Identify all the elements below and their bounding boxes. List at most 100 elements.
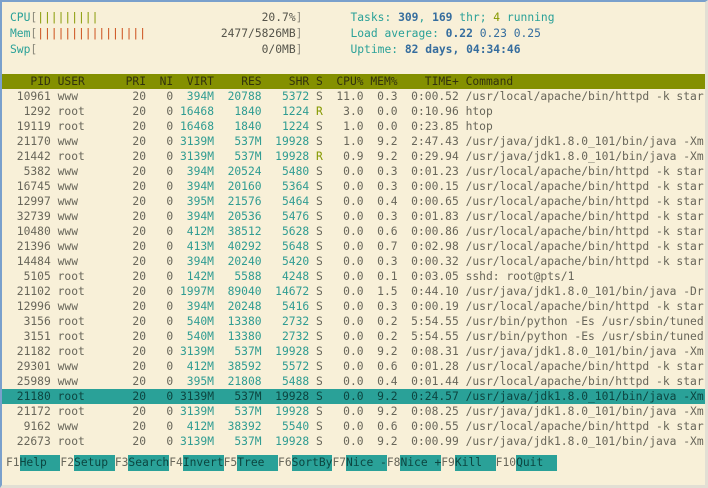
- column-header-cpu[interactable]: CPU%: [323, 74, 364, 89]
- cell-mem: 9.2: [364, 149, 398, 164]
- fkey-sortby[interactable]: F6SortBy: [278, 455, 332, 471]
- column-header-mem[interactable]: MEM%: [364, 74, 398, 89]
- cell-cpu: 0.0: [323, 284, 364, 299]
- function-key-bar: F1HelpF2SetupF3SearchF4InvertF5TreeF6Sor…: [2, 455, 705, 471]
- cell-shr: 5464: [262, 194, 310, 209]
- header-meters-area: CPU[|||||||||20.7%] Mem[||||||||||||||||…: [2, 10, 705, 58]
- fkey-quit[interactable]: F10Quit: [496, 455, 557, 471]
- column-header-pri[interactable]: PRI: [119, 74, 146, 89]
- table-row[interactable]: 1292root2001646818401224R3.00.00:10.96ht…: [2, 104, 705, 119]
- cell-shr: 2732: [262, 314, 310, 329]
- cell-mem: 0.2: [364, 329, 398, 344]
- cell-user: www: [51, 374, 119, 389]
- cell-s: S: [309, 299, 323, 314]
- cell-virt: 394M: [173, 164, 214, 179]
- cell-user: www: [51, 209, 119, 224]
- table-row[interactable]: 5105root200142M55884248S0.00.10:03.05ssh…: [2, 269, 705, 284]
- table-row[interactable]: 9162www200412M383925540S0.00.60:00.55/us…: [2, 419, 705, 434]
- table-row[interactable]: 10480www200412M385125628S0.00.60:00.86/u…: [2, 224, 705, 239]
- table-row[interactable]: 21442root2003139M537M19928R0.99.20:29.94…: [2, 149, 705, 164]
- column-header-ni[interactable]: NI: [146, 74, 173, 89]
- cell-ni: 0: [146, 389, 173, 404]
- fkey-nice[interactable]: F8Nice +: [387, 455, 441, 471]
- table-row[interactable]: 10961www200394M207885372S11.00.30:00.52/…: [2, 89, 705, 104]
- cell-cpu: 0.0: [323, 404, 364, 419]
- cell-pid: 29301: [10, 359, 51, 374]
- cell-res: 20536: [214, 209, 262, 224]
- table-row[interactable]: 25989www200395M218085488S0.00.40:01.44/u…: [2, 374, 705, 389]
- left-bracket: [: [30, 42, 37, 58]
- table-row[interactable]: 21172root2003139M537M19928S0.09.20:08.25…: [2, 404, 705, 419]
- cell-cmd: /usr/local/apache/bin/httpd -k star: [459, 89, 705, 104]
- cell-pid: 21172: [10, 404, 51, 419]
- column-header-res[interactable]: RES: [214, 74, 262, 89]
- cell-shr: 5488: [262, 374, 310, 389]
- table-row[interactable]: 14484www200394M202405420S0.00.30:00.32/u…: [2, 254, 705, 269]
- column-header-state[interactable]: S: [309, 74, 323, 89]
- cell-pid: 3156: [10, 314, 51, 329]
- column-header-time[interactable]: TIME+: [398, 74, 459, 89]
- cell-ni: 0: [146, 209, 173, 224]
- tasks-separator: ,: [418, 11, 432, 24]
- fkey-kill[interactable]: F9Kill: [441, 455, 495, 471]
- table-row[interactable]: 12996www200394M202485416S0.00.30:00.19/u…: [2, 299, 705, 314]
- cell-s: S: [309, 284, 323, 299]
- cell-cpu: 0.0: [323, 419, 364, 434]
- table-row[interactable]: 21170www2003139M537M19928S1.09.22:47.43/…: [2, 134, 705, 149]
- cell-time: 0:08.31: [398, 344, 459, 359]
- cell-mem: 9.2: [364, 434, 398, 449]
- cell-shr: 5540: [262, 419, 310, 434]
- column-header-shr[interactable]: SHR: [262, 74, 310, 89]
- cell-cmd: /usr/local/apache/bin/httpd -k star: [459, 254, 705, 269]
- table-row[interactable]: 5382www200394M205245480S0.00.30:01.23/us…: [2, 164, 705, 179]
- uptime-value: 82 days, 04:34:46: [405, 43, 521, 56]
- table-row[interactable]: 32739www200394M205365476S0.00.30:01.83/u…: [2, 209, 705, 224]
- fkey-invert[interactable]: F4Invert: [169, 455, 223, 471]
- cpu-meter-label: CPU: [10, 10, 30, 26]
- tasks-summary: Tasks: 309, 169 thr; 4 running: [350, 10, 554, 26]
- table-row[interactable]: 19119root2001646818401224S1.00.00:23.85h…: [2, 119, 705, 134]
- table-row[interactable]: 29301www200412M385925572S0.00.60:01.28/u…: [2, 359, 705, 374]
- fkey-search[interactable]: F3Search: [115, 455, 169, 471]
- cell-s: S: [309, 344, 323, 359]
- cell-virt: 142M: [173, 269, 214, 284]
- cell-s: S: [309, 89, 323, 104]
- table-row[interactable]: 22673root2003139M537M19928S0.09.20:00.99…: [2, 434, 705, 449]
- table-row[interactable]: 3156root200540M133802732S0.00.25:54.55/u…: [2, 314, 705, 329]
- cell-s: S: [309, 254, 323, 269]
- column-header-user[interactable]: USER: [51, 74, 119, 89]
- cell-virt: 3139M: [173, 434, 214, 449]
- table-row[interactable]: 21182root2003139M537M19928S0.09.20:08.31…: [2, 344, 705, 359]
- table-row[interactable]: 12997www200395M215765464S0.00.40:00.65/u…: [2, 194, 705, 209]
- table-row[interactable]: 21396www200413M402925648S0.00.70:02.98/u…: [2, 239, 705, 254]
- cell-ni: 0: [146, 359, 173, 374]
- column-header-pid[interactable]: PID: [10, 74, 51, 89]
- cell-virt: 540M: [173, 329, 214, 344]
- cell-mem: 0.3: [364, 179, 398, 194]
- mem-meter: Mem[||||||||||||||||2477/5826MB]: [10, 26, 302, 42]
- table-row[interactable]: 3151root200540M133802732S0.00.25:54.55/u…: [2, 329, 705, 344]
- cell-ni: 0: [146, 239, 173, 254]
- fkey-label: Tree: [237, 455, 278, 471]
- fkey-help[interactable]: F1Help: [6, 455, 60, 471]
- column-header-command[interactable]: Command: [459, 74, 705, 89]
- cell-cmd: htop: [459, 119, 705, 134]
- cell-cmd: /usr/java/jdk1.8.0_101/bin/java -Xm: [459, 344, 705, 359]
- cell-pri: 20: [119, 284, 146, 299]
- cell-shr: 5648: [262, 239, 310, 254]
- cell-ni: 0: [146, 179, 173, 194]
- load-average-label: Load average:: [350, 27, 445, 40]
- cell-shr: 19928: [262, 134, 310, 149]
- cell-s: S: [309, 389, 323, 404]
- fkey-nice[interactable]: F7Nice -: [332, 455, 386, 471]
- cell-time: 0:01.23: [398, 164, 459, 179]
- table-row-selected[interactable]: 21180root2003139M537M19928S0.09.20:24.57…: [2, 389, 705, 404]
- column-header-virt[interactable]: VIRT: [173, 74, 214, 89]
- table-row[interactable]: 16745www200394M201605364S0.00.30:00.15/u…: [2, 179, 705, 194]
- fkey-setup[interactable]: F2Setup: [60, 455, 114, 471]
- cell-time: 0:00.86: [398, 224, 459, 239]
- fkey-tree[interactable]: F5Tree: [224, 455, 278, 471]
- table-row[interactable]: 21102root2001997M8904014672S0.01.50:44.1…: [2, 284, 705, 299]
- cell-res: 40292: [214, 239, 262, 254]
- swap-meter-bar: 0/0MB: [37, 42, 295, 58]
